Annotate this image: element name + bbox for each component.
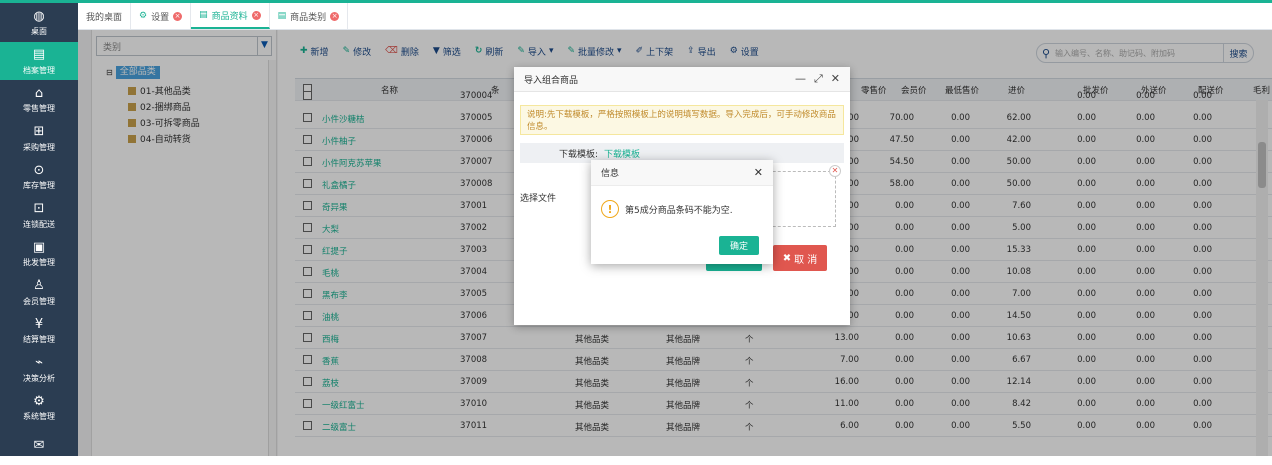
tab-product-info[interactable]: ▤商品资料× (191, 3, 270, 29)
settlement-icon: ¥ (30, 315, 48, 333)
choose-file-label: 选择文件 (520, 191, 556, 204)
clipboard-icon: ▣ (30, 238, 48, 256)
instruction-note: 说明:先下载模板，严格按照模板上的说明填写数据。导入完成后，可手动修改商品信息。 (520, 105, 844, 135)
store-icon: ⌂ (30, 84, 48, 102)
truck-icon: ⊡ (30, 200, 48, 218)
nav-desktop[interactable]: ◍桌面 (0, 3, 78, 42)
tab-settings[interactable]: ⚙设置× (131, 3, 191, 29)
dialog-title: 导入组合商品 (524, 73, 578, 86)
mail-icon: ✉ (30, 436, 48, 454)
close-icon: ✖ (783, 253, 791, 264)
message-dialog: 信息 ✕ ! 第5成分商品条码不能为空. 确定 (591, 160, 773, 264)
message-body: ! 第5成分商品条码不能为空. (601, 200, 733, 218)
close-icon[interactable]: ✕ (754, 166, 763, 179)
gear-icon: ⚙ (30, 392, 48, 410)
dashboard-icon: ◍ (30, 7, 48, 25)
message-text: 第5成分商品条码不能为空. (625, 203, 733, 216)
nav-inventory[interactable]: ⊙库存管理 (0, 157, 78, 196)
nav-settlement[interactable]: ¥结算管理 (0, 311, 78, 350)
list-icon: ▤ (199, 10, 208, 20)
nav-retail[interactable]: ⌂零售管理 (0, 80, 78, 119)
close-icon[interactable]: × (252, 11, 261, 20)
close-icon[interactable]: × (173, 12, 182, 21)
cart-icon: ⊞ (30, 123, 48, 141)
chart-icon: ⌁ (30, 354, 48, 372)
nav-member[interactable]: ♙会员管理 (0, 273, 78, 312)
inventory-search-icon: ⊙ (30, 161, 48, 179)
remove-file-icon[interactable]: ✕ (829, 165, 841, 177)
nav-system[interactable]: ⚙系统管理 (0, 388, 78, 427)
minimize-icon[interactable]: — (795, 72, 806, 86)
nav-analysis[interactable]: ⌁决策分析 (0, 350, 78, 389)
cancel-button[interactable]: ✖取 消 (773, 245, 827, 271)
tab-desktop[interactable]: 我的桌面 (78, 3, 131, 29)
warning-icon: ! (601, 200, 619, 218)
nav-archive[interactable]: ▤档案管理 (0, 42, 78, 81)
tab-product-category[interactable]: ▤商品类别× (270, 3, 349, 29)
file-icon: ▤ (30, 46, 48, 64)
maximize-icon[interactable]: ⤢ (814, 72, 823, 86)
close-icon[interactable]: ✕ (831, 72, 840, 86)
member-icon: ♙ (30, 277, 48, 295)
nav-purchase[interactable]: ⊞采购管理 (0, 119, 78, 158)
nav-distribution[interactable]: ⊡连锁配送 (0, 196, 78, 235)
nav-wholesale[interactable]: ▣批发管理 (0, 234, 78, 273)
ok-button[interactable]: 确定 (719, 236, 759, 255)
sidebar: ◍桌面 ▤档案管理 ⌂零售管理 ⊞采购管理 ⊙库存管理 ⊡连锁配送 ▣批发管理 … (0, 0, 78, 456)
message-title: 信息 (601, 166, 619, 179)
dialog-header: 导入组合商品 — ⤢ ✕ (514, 67, 850, 92)
list-icon: ▤ (278, 11, 287, 21)
download-template-link[interactable]: 下载模板 (604, 147, 640, 160)
close-icon[interactable]: × (330, 12, 339, 21)
nav-mail[interactable]: ✉ (0, 427, 78, 465)
message-header: 信息 ✕ (591, 160, 773, 186)
tab-bar: 我的桌面 ⚙设置× ▤商品资料× ▤商品类别× (78, 0, 1272, 30)
gear-icon: ⚙ (139, 11, 147, 21)
